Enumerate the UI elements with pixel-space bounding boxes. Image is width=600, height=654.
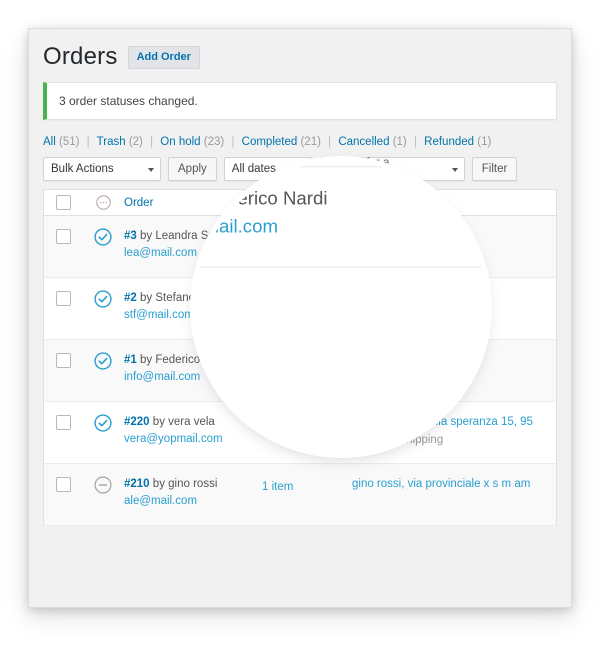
order-title[interactable]: #220 by vera vela <box>124 414 262 431</box>
filter-count-all: (51) <box>58 135 80 148</box>
order-email[interactable]: vera@yopmail.com <box>124 431 262 449</box>
row-checkbox[interactable] <box>55 476 71 492</box>
filter-link-refunded[interactable]: Refunded <box>424 136 474 148</box>
order-by: by <box>152 415 165 428</box>
row-select-cell <box>44 464 82 492</box>
order-by: by <box>140 353 153 366</box>
order-number: #2 <box>124 291 137 304</box>
filter-count-trash: (2) <box>128 135 143 148</box>
filter-separator: | <box>231 135 235 148</box>
circle-dots-icon[interactable] <box>95 194 112 211</box>
filter-link-trash[interactable]: Trash <box>97 136 126 148</box>
filter-separator: | <box>328 135 332 148</box>
row-checkbox[interactable] <box>55 414 71 430</box>
row-order-cell: #210 by gino rossi ale@mail.com <box>124 464 262 511</box>
row-ship-cell: gino rossi, via provinciale x s m am <box>352 464 556 493</box>
magnifier-content: #3 by Leandra Suareza lea@mail.com <box>195 161 487 268</box>
filter-link-cancelled[interactable]: Cancelled <box>338 136 389 148</box>
order-customer: gino rossi <box>168 477 218 490</box>
circle-check-icon[interactable] <box>93 289 113 309</box>
row-status-cell <box>82 278 124 309</box>
order-customer: vera vela <box>168 415 215 428</box>
status-column-cell <box>82 194 124 211</box>
row-order-cell: #1 by Federico Nardi info@mail.com <box>195 167 378 243</box>
order-email[interactable]: ale@mail.com <box>124 493 262 511</box>
order-number: #3 <box>124 229 137 242</box>
add-order-button[interactable]: Add Order <box>127 45 200 69</box>
order-items: 1 item <box>262 480 294 493</box>
bulk-actions-value: Bulk Actions <box>51 162 114 175</box>
row-checkbox[interactable] <box>55 228 71 244</box>
order-title[interactable]: #1 by Federico Nardi <box>195 187 378 215</box>
select-all-cell <box>44 194 82 210</box>
screenshot-root: Orders Add Order 3 order statuses change… <box>0 0 600 654</box>
row-select-cell <box>44 402 82 430</box>
order-email[interactable]: info@mail.com <box>195 215 378 244</box>
row-select-cell <box>44 340 82 368</box>
filter-count-cancelled: (1) <box>392 135 407 148</box>
row-checkbox[interactable] <box>55 290 71 306</box>
table-row[interactable]: #210 by gino rossi ale@mail.com 1 item g… <box>44 463 556 526</box>
order-by: by <box>140 229 153 242</box>
row-status-cell <box>82 402 124 433</box>
filter-separator: | <box>413 135 417 148</box>
order-by: by <box>140 291 153 304</box>
filter-separator: | <box>86 135 90 148</box>
order-by: by <box>195 190 200 209</box>
filter-link-completed[interactable]: Completed <box>242 136 298 148</box>
row-select-cell <box>44 216 82 244</box>
select-all-checkbox[interactable] <box>55 194 71 210</box>
circle-check-icon[interactable] <box>93 227 113 247</box>
circle-check-icon[interactable] <box>93 351 113 371</box>
column-header-order[interactable]: Order <box>124 197 153 209</box>
row-status-cell <box>82 216 124 247</box>
order-by: by <box>152 477 165 490</box>
row-status-cell <box>82 464 124 495</box>
page-title: Orders <box>43 43 118 70</box>
row-select-cell <box>44 278 82 306</box>
ship-address[interactable]: gino rossi, via provinciale x s m am <box>352 476 550 493</box>
bulk-actions-select[interactable]: Bulk Actions <box>43 156 161 181</box>
order-number: #220 <box>124 415 150 428</box>
order-title[interactable]: #210 by gino rossi <box>124 476 262 493</box>
circle-minus-icon[interactable] <box>93 475 113 495</box>
order-number: #210 <box>124 477 150 490</box>
filter-count-completed: (21) <box>300 135 321 148</box>
status-notice: 3 order statuses changed. <box>43 81 557 120</box>
row-status-cell <box>82 340 124 371</box>
page-header: Orders Add Order <box>43 39 557 82</box>
notice-text: 3 order statuses changed. <box>59 93 198 108</box>
row-checkbox[interactable] <box>55 352 71 368</box>
row-items-cell: 1 item <box>262 464 352 495</box>
filter-count-refunded: (1) <box>477 135 492 148</box>
filter-count-on-hold: (23) <box>203 135 225 148</box>
filter-separator: | <box>150 135 154 148</box>
filter-link-all[interactable]: All <box>43 136 56 148</box>
chevron-down-icon <box>148 167 154 172</box>
magnified-orders-table: #3 by Leandra Suareza lea@mail.com <box>195 161 487 268</box>
order-customer: Federico Nardi <box>205 190 328 210</box>
row-items-cell <box>378 167 487 188</box>
filter-link-on-hold[interactable]: On hold <box>160 136 200 148</box>
magnifier-lens: #3 by Leandra Suareza lea@mail.com <box>195 161 487 453</box>
circle-check-icon[interactable] <box>93 413 113 433</box>
magnified-table-row[interactable]: #1 by Federico Nardi info@mail.com <box>195 167 487 268</box>
order-number: #1 <box>124 353 137 366</box>
status-filter-links: All (51) | Trash (2) | On hold (23) | Co… <box>43 134 557 157</box>
